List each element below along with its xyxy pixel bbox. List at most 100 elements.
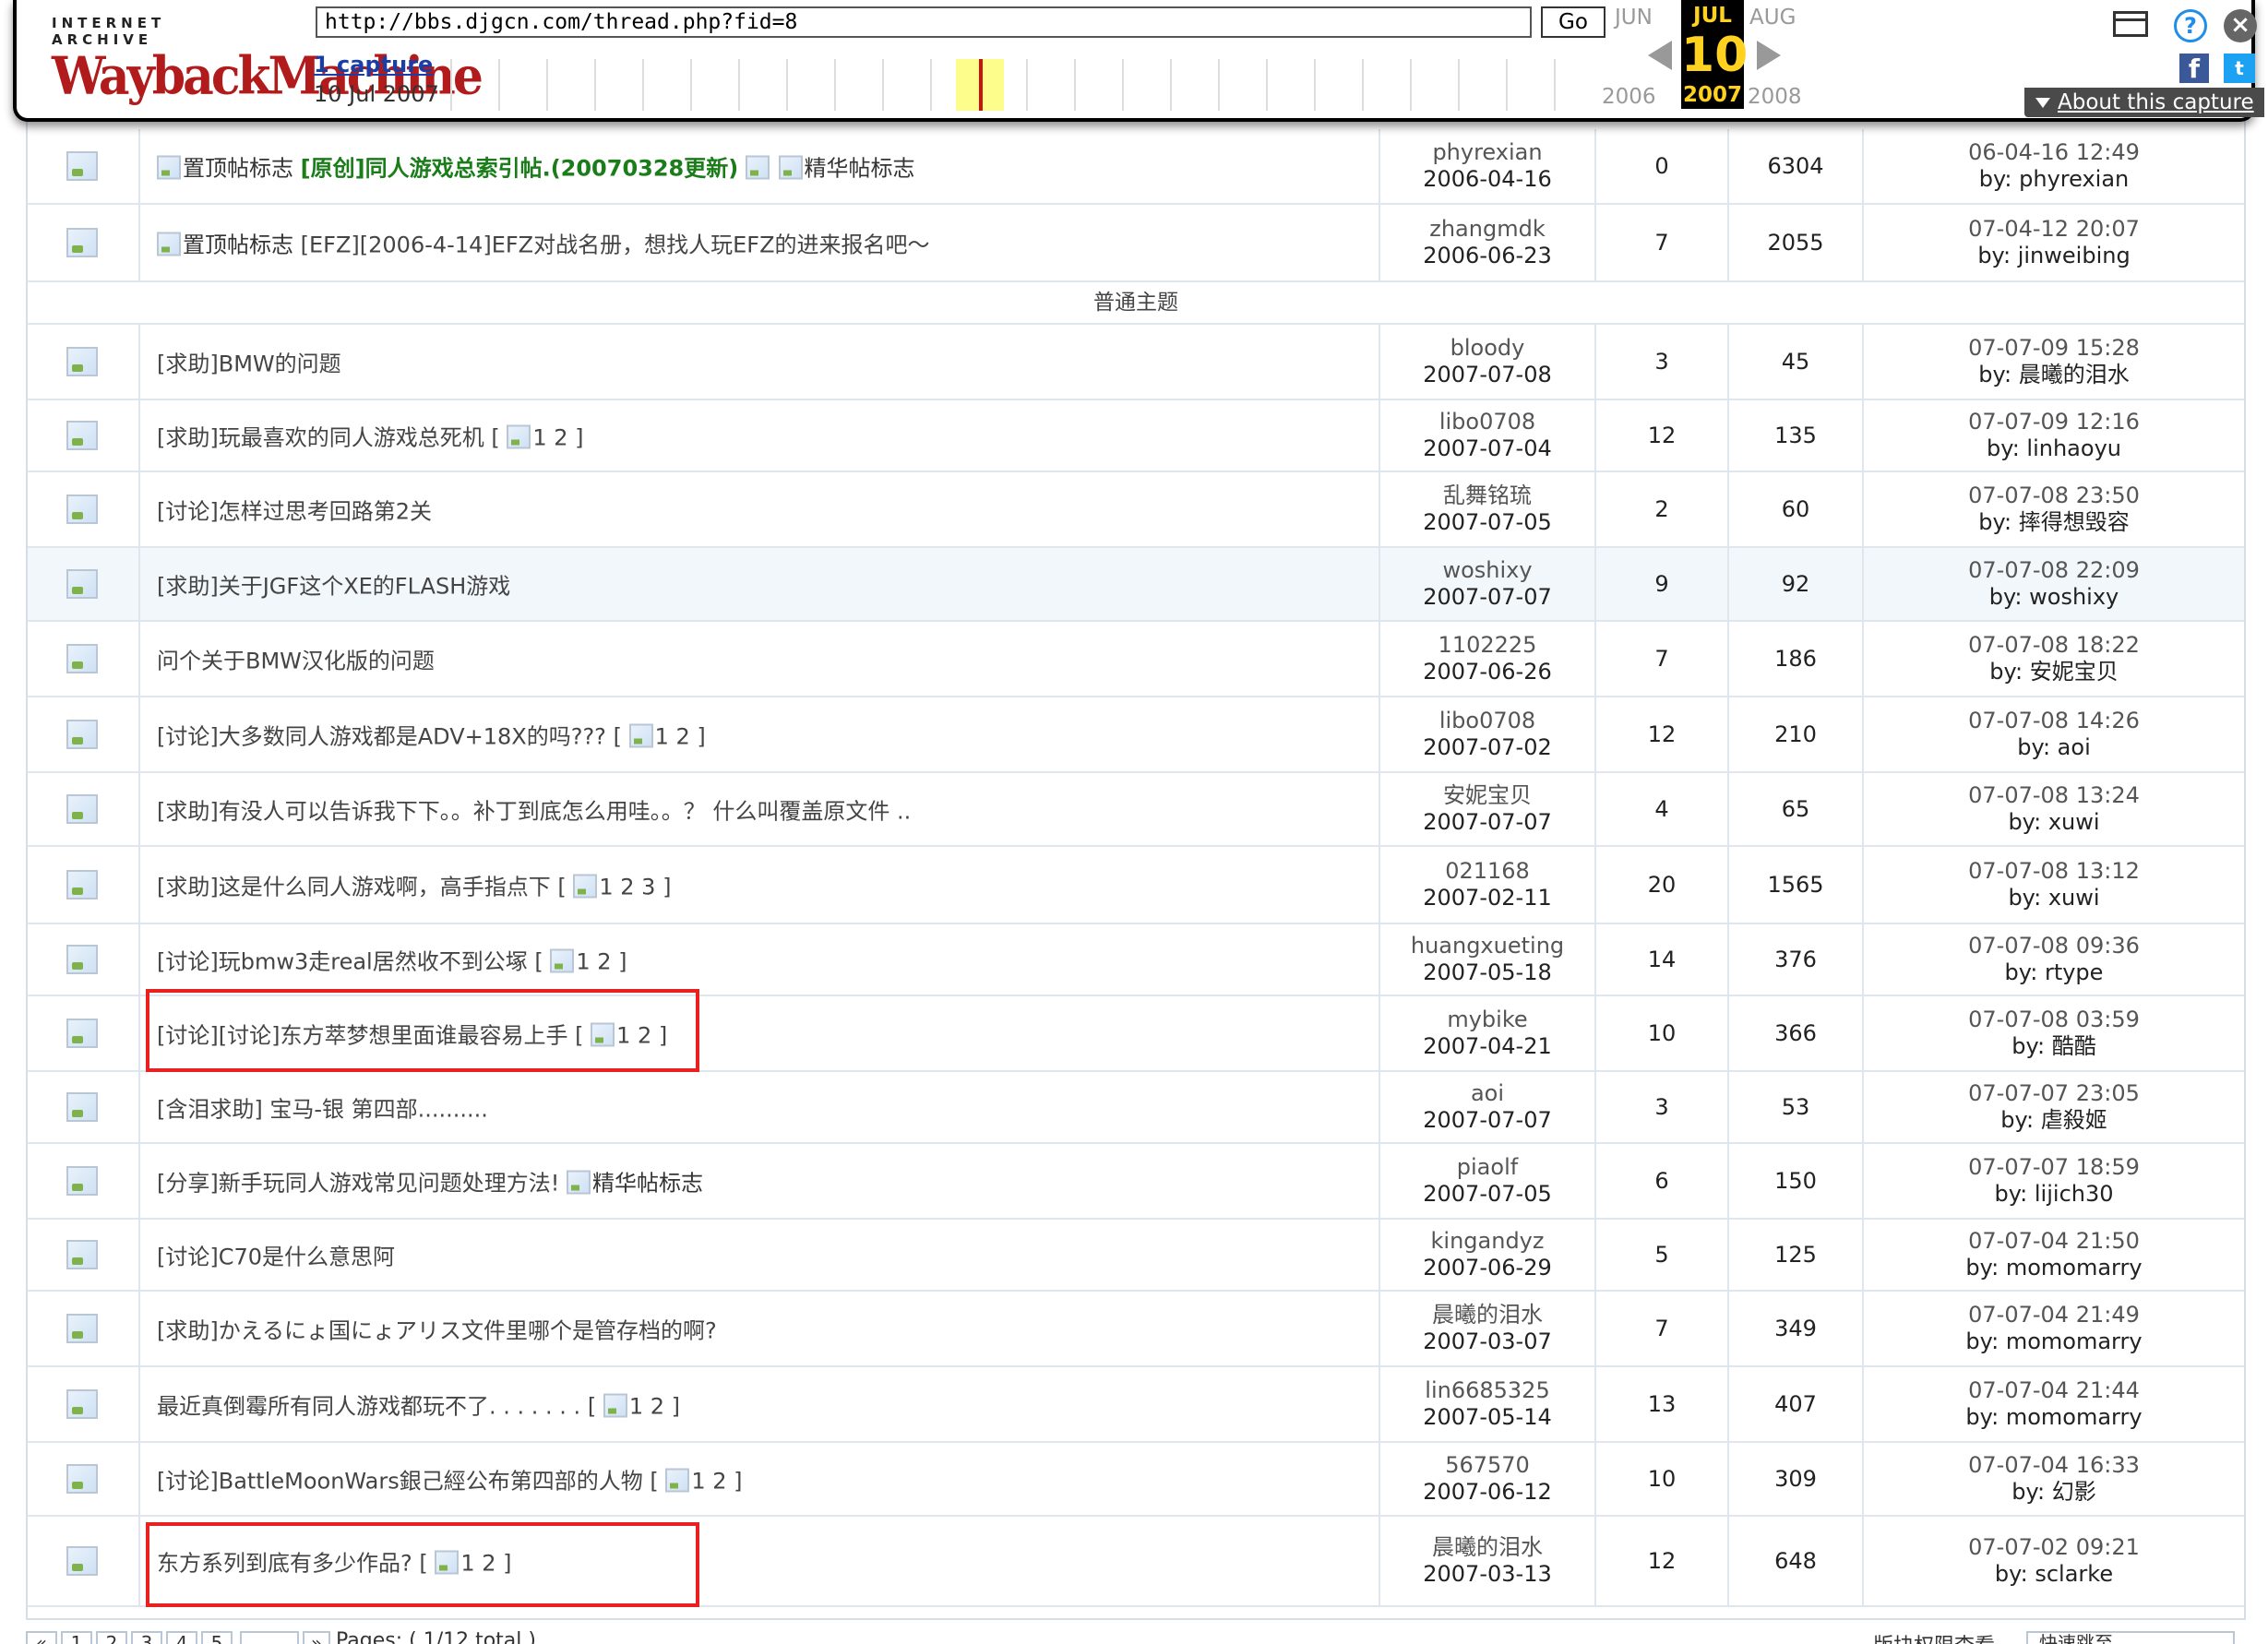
page-link[interactable]: 3 [131, 1631, 162, 1644]
capture-sparkline[interactable] [450, 59, 1587, 111]
page-link[interactable]: « [26, 1631, 57, 1644]
last-post-time[interactable]: 07-07-07 23:05 [1864, 1080, 2244, 1107]
last-post-by[interactable]: by: xuwi [1864, 885, 2244, 911]
topic-title-link[interactable]: 最近真倒霉所有同人游戏都玩不了. . . . . . . [157, 1394, 580, 1420]
topic-title-link[interactable]: [求助]かえるにょ国にょアリス文件里哪个是管存档的啊? [157, 1318, 717, 1344]
page-next-link[interactable]: » [303, 1631, 330, 1644]
last-post-time[interactable]: 07-07-08 14:26 [1864, 708, 2244, 734]
last-post-by[interactable]: by: 晨曦的泪水 [1864, 362, 2244, 388]
last-post-by[interactable]: by: sclarke [1864, 1561, 2244, 1588]
author-link[interactable]: phyrexian [1380, 139, 1594, 166]
last-post-time[interactable]: 07-07-08 09:36 [1864, 933, 2244, 959]
last-post-by[interactable]: by: momomarry [1864, 1328, 2244, 1355]
last-post-time[interactable]: 07-07-08 13:12 [1864, 858, 2244, 885]
author-link[interactable]: 晨曦的泪水 [1380, 1534, 1594, 1561]
topic-title-link[interactable]: [求助]BMW的问题 [157, 351, 341, 377]
last-post-time[interactable]: 07-07-04 21:49 [1864, 1302, 2244, 1328]
last-post-time[interactable]: 07-07-08 18:22 [1864, 632, 2244, 659]
author-link[interactable]: woshixy [1380, 557, 1594, 584]
last-post-by[interactable]: by: momomarry [1864, 1404, 2244, 1431]
last-post-by[interactable]: by: linhaoyu [1864, 435, 2244, 462]
page-link[interactable]: 2 [96, 1631, 127, 1644]
topic-title-link[interactable]: 问个关于BMW汉化版的问题 [157, 649, 435, 674]
author-link[interactable]: bloody [1380, 335, 1594, 362]
last-post-time[interactable]: 07-07-04 21:44 [1864, 1377, 2244, 1404]
author-link[interactable]: 021168 [1380, 858, 1594, 885]
last-post-by[interactable]: by: 虐殺姬 [1864, 1107, 2244, 1134]
prev-year-label[interactable]: 2006 [1602, 85, 1656, 109]
topic-title-link[interactable]: [讨论]BattleMoonWars銀己經公布第四部的人物 [157, 1469, 643, 1495]
author-link[interactable]: 1102225 [1380, 632, 1594, 659]
page-link[interactable]: 5 [201, 1631, 233, 1644]
last-post-by[interactable]: by: phyrexian [1864, 166, 2244, 193]
last-post-by[interactable]: by: 安妮宝贝 [1864, 659, 2244, 685]
browse-icon[interactable] [2113, 11, 2148, 37]
topic-page-links[interactable]: 1 2 [691, 1469, 726, 1495]
topic-page-links[interactable]: 1 2 [532, 425, 567, 451]
page-jump-input[interactable] [240, 1631, 299, 1644]
topic-title-link[interactable]: [含泪求助] 宝马-银 第四部.......... [157, 1097, 488, 1123]
prev-month-label[interactable]: JUN [1615, 6, 1653, 30]
topic-title-link[interactable]: [讨论]大多数同人游戏都是ADV+18X的吗??? [157, 724, 606, 750]
facebook-icon[interactable]: f [2179, 54, 2209, 84]
author-link[interactable]: huangxueting [1380, 933, 1594, 959]
twitter-icon[interactable]: t [2224, 54, 2255, 83]
prev-capture-arrow-icon[interactable] [1648, 41, 1672, 70]
last-post-by[interactable]: by: rtype [1864, 959, 2244, 986]
topic-title-link[interactable]: [求助]玩最喜欢的同人游戏总死机 [157, 425, 484, 451]
wayback-logo[interactable]: INTERNET ARCHIVE WaybackMachine [52, 15, 483, 103]
topic-title-link[interactable]: [EFZ][2006-4-14]EFZ对战名册，想找人玩EFZ的进来报名吧～ [301, 232, 930, 258]
quick-jump-select[interactable]: 快速跳至 [2026, 1631, 2235, 1644]
help-icon[interactable]: ? [2174, 9, 2207, 42]
next-year-label[interactable]: 2008 [1748, 85, 1802, 109]
author-link[interactable]: 567570 [1380, 1452, 1594, 1479]
captures-link[interactable]: 1 capture [314, 52, 433, 77]
last-post-time[interactable]: 07-07-08 13:24 [1864, 782, 2244, 809]
last-post-time[interactable]: 07-07-08 22:09 [1864, 557, 2244, 584]
last-post-by[interactable]: by: woshixy [1864, 584, 2244, 611]
go-button[interactable]: Go [1541, 6, 1606, 38]
last-post-time[interactable]: 07-07-04 21:50 [1864, 1228, 2244, 1255]
last-post-time[interactable]: 07-07-07 18:59 [1864, 1154, 2244, 1181]
topic-page-links[interactable]: 1 2 [655, 724, 690, 750]
author-link[interactable]: 乱舞铭琉 [1380, 482, 1594, 509]
last-post-by[interactable]: by: jinweibing [1864, 243, 2244, 269]
author-link[interactable]: kingandyz [1380, 1228, 1594, 1255]
next-month-label[interactable]: AUG [1749, 6, 1796, 30]
url-input[interactable] [316, 6, 1532, 38]
next-capture-arrow-icon[interactable] [1757, 41, 1781, 70]
author-link[interactable]: aoi [1380, 1080, 1594, 1107]
permission-link[interactable]: 版块权限查看 [1873, 1629, 1995, 1644]
topic-title-link[interactable]: [原创]同人游戏总索引帖.(20070328更新) [301, 156, 739, 182]
last-post-time[interactable]: 07-07-08 03:59 [1864, 1007, 2244, 1033]
last-post-by[interactable]: by: 酷酷 [1864, 1033, 2244, 1060]
topic-title-link[interactable]: [分享]新手玩同人游戏常见问题处理方法! [157, 1171, 559, 1197]
last-post-by[interactable]: by: lijich30 [1864, 1181, 2244, 1208]
last-post-time[interactable]: 07-07-09 15:28 [1864, 335, 2244, 362]
topic-page-links[interactable]: 1 2 [629, 1394, 664, 1420]
last-post-time[interactable]: 07-04-12 20:07 [1864, 216, 2244, 243]
topic-title-link[interactable]: [求助]关于JGF这个XE的FLASH游戏 [157, 574, 510, 600]
last-post-time[interactable]: 07-07-08 23:50 [1864, 482, 2244, 509]
last-post-time[interactable]: 06-04-16 12:49 [1864, 139, 2244, 166]
topic-page-links[interactable]: 1 2 [576, 949, 611, 975]
page-link[interactable]: 4 [166, 1631, 197, 1644]
last-post-time[interactable]: 07-07-04 16:33 [1864, 1452, 2244, 1479]
last-post-by[interactable]: by: xuwi [1864, 809, 2244, 836]
last-post-by[interactable]: by: 摔得想毁容 [1864, 509, 2244, 536]
last-post-by[interactable]: by: aoi [1864, 734, 2244, 761]
last-post-time[interactable]: 07-07-02 09:21 [1864, 1534, 2244, 1561]
page-link[interactable]: 1 [61, 1631, 92, 1644]
author-link[interactable]: zhangmdk [1380, 216, 1594, 243]
topic-title-link[interactable]: [求助]这是什么同人游戏啊，高手指点下 [157, 875, 551, 900]
author-link[interactable]: 安妮宝贝 [1380, 782, 1594, 809]
about-capture-button[interactable]: About this capture [2024, 88, 2264, 117]
author-link[interactable]: 晨曦的泪水 [1380, 1302, 1594, 1328]
close-icon[interactable]: × [2224, 9, 2257, 42]
last-post-time[interactable]: 07-07-09 12:16 [1864, 409, 2244, 435]
author-link[interactable]: piaolf [1380, 1154, 1594, 1181]
author-link[interactable]: lin6685325 [1380, 1377, 1594, 1404]
topic-page-links[interactable]: 1 2 3 [599, 875, 655, 900]
author-link[interactable]: libo0708 [1380, 409, 1594, 435]
last-post-by[interactable]: by: momomarry [1864, 1255, 2244, 1281]
